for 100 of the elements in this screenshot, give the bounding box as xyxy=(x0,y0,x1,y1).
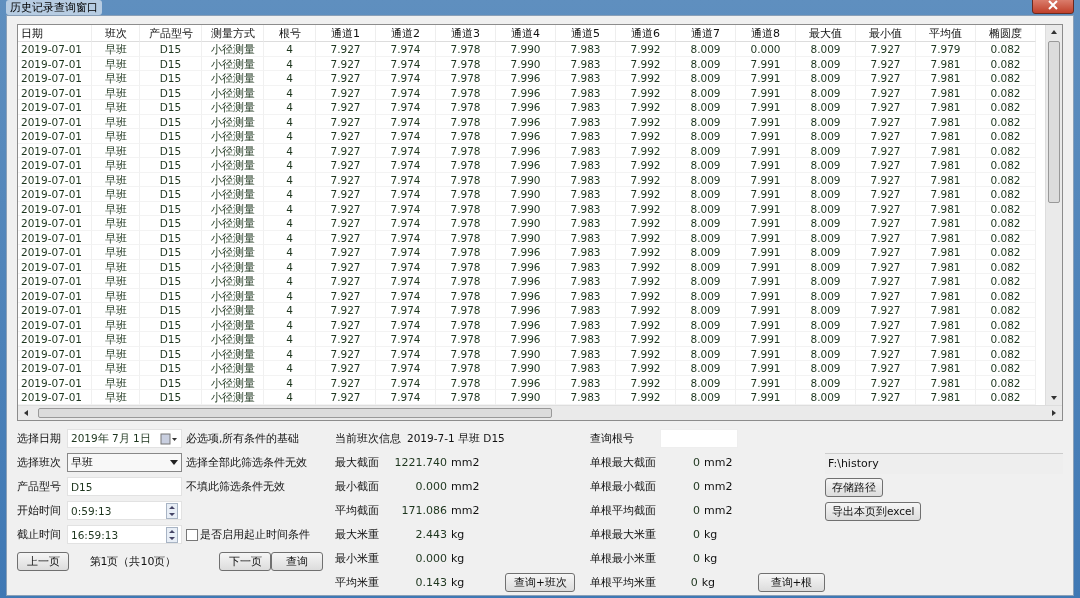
table-cell: 7.978 xyxy=(436,187,496,202)
next-page-button[interactable]: 下一页 xyxy=(219,552,271,571)
column-header[interactable]: 通道6 xyxy=(616,25,676,42)
table-cell: 8.009 xyxy=(796,201,856,216)
column-header[interactable]: 平均值 xyxy=(916,25,976,42)
table-cell: 0.082 xyxy=(976,201,1036,216)
table-cell: 8.009 xyxy=(676,274,736,289)
stat-value: 0 xyxy=(692,456,700,469)
table-cell: 7.974 xyxy=(376,375,436,390)
table-cell: 7.983 xyxy=(556,114,616,129)
table-cell: 8.009 xyxy=(676,187,736,202)
table-cell: 8.009 xyxy=(796,85,856,100)
table-cell: 7.978 xyxy=(436,375,496,390)
export-excel-button[interactable]: 导出本页到excel xyxy=(825,502,922,521)
product-model-field[interactable]: D15 xyxy=(67,477,182,496)
column-header[interactable]: 日期 xyxy=(18,25,92,42)
table-cell: 7.927 xyxy=(316,259,376,274)
column-header[interactable]: 最大值 xyxy=(796,25,856,42)
table-cell: 7.996 xyxy=(496,71,556,86)
table-cell: 0.082 xyxy=(976,361,1036,376)
table-cell: 7.983 xyxy=(556,390,616,405)
table-cell: 7.974 xyxy=(376,303,436,318)
spinner-icon xyxy=(166,526,178,543)
stat-value: 0 xyxy=(692,480,700,493)
column-header[interactable]: 最小值 xyxy=(856,25,916,42)
table-cell: 8.009 xyxy=(796,216,856,231)
table-cell: 7.991 xyxy=(736,129,796,144)
table-cell: 7.927 xyxy=(316,56,376,71)
table-cell: 7.992 xyxy=(616,56,676,71)
table-cell: 7.992 xyxy=(616,201,676,216)
table-cell: 7.983 xyxy=(556,158,616,173)
table-cell: 4 xyxy=(264,259,316,274)
column-header[interactable]: 通道4 xyxy=(496,25,556,42)
end-time-field[interactable]: 16:59:13 xyxy=(67,525,182,544)
spinner-icon xyxy=(166,502,178,519)
column-header[interactable]: 产品型号 xyxy=(140,25,202,42)
table-cell: 4 xyxy=(264,187,316,202)
table-cell: 7.927 xyxy=(856,346,916,361)
table-cell: 7.996 xyxy=(496,143,556,158)
table-cell: 小径测量 xyxy=(202,216,264,231)
table-cell: 4 xyxy=(264,317,316,332)
close-button[interactable] xyxy=(1032,0,1074,14)
table-cell: 小径测量 xyxy=(202,85,264,100)
table-cell: 早班 xyxy=(92,317,140,332)
time-condition-checkbox[interactable]: 是否启用起止时间条件 xyxy=(186,527,310,542)
table-cell: 7.927 xyxy=(316,274,376,289)
column-header[interactable]: 通道7 xyxy=(676,25,736,42)
vertical-scrollbar[interactable] xyxy=(1045,25,1062,405)
column-header[interactable]: 通道2 xyxy=(376,25,436,42)
table-cell: 7.983 xyxy=(556,361,616,376)
column-header[interactable]: 测量方式 xyxy=(202,25,264,42)
stat-value: 0 xyxy=(692,504,700,517)
table-cell: 4 xyxy=(264,361,316,376)
column-header[interactable]: 通道5 xyxy=(556,25,616,42)
table-cell: 7.927 xyxy=(856,288,916,303)
table-cell: 8.009 xyxy=(676,158,736,173)
table-cell: 7.991 xyxy=(736,143,796,158)
table-cell: 2019-07-01 xyxy=(18,143,92,158)
table-cell: 2019-07-01 xyxy=(18,303,92,318)
column-header[interactable]: 通道3 xyxy=(436,25,496,42)
column-header[interactable]: 椭圆度 xyxy=(976,25,1036,42)
table-cell: 7.974 xyxy=(376,56,436,71)
table-cell: 4 xyxy=(264,71,316,86)
table-cell: 7.927 xyxy=(316,71,376,86)
table-cell: 7.978 xyxy=(436,201,496,216)
table-cell: 早班 xyxy=(92,346,140,361)
start-time-field[interactable]: 0:59:13 xyxy=(67,501,182,520)
column-header[interactable]: 通道1 xyxy=(316,25,376,42)
table-cell: 7.990 xyxy=(496,361,556,376)
table-cell: 8.009 xyxy=(676,42,736,57)
table-cell: 小径测量 xyxy=(202,332,264,347)
table-cell: D15 xyxy=(140,317,202,332)
date-picker[interactable]: 2019年 7月 1日 xyxy=(67,429,182,448)
table-cell: D15 xyxy=(140,201,202,216)
table-cell: 7.927 xyxy=(316,346,376,361)
table-cell: 7.927 xyxy=(856,187,916,202)
table-cell: 8.009 xyxy=(676,143,736,158)
root-query-button[interactable]: 查询+根 xyxy=(758,573,825,592)
previous-page-button[interactable]: 上一页 xyxy=(17,552,69,571)
table-cell: 7.974 xyxy=(376,85,436,100)
table-cell: 7.974 xyxy=(376,332,436,347)
table-cell: 7.983 xyxy=(556,274,616,289)
table-cell: 7.978 xyxy=(436,361,496,376)
stat-value: 2.443 xyxy=(414,528,447,541)
table-cell: 早班 xyxy=(92,332,140,347)
column-header[interactable]: 班次 xyxy=(92,25,140,42)
table-cell: 8.009 xyxy=(676,259,736,274)
column-header[interactable]: 通道8 xyxy=(736,25,796,42)
query-button[interactable]: 查询 xyxy=(271,552,323,571)
column-header[interactable]: 根号 xyxy=(264,25,316,42)
table-cell: 7.991 xyxy=(736,230,796,245)
table-cell: 8.009 xyxy=(796,100,856,115)
table-cell: 8.009 xyxy=(796,172,856,187)
table-cell: 小径测量 xyxy=(202,390,264,405)
shift-query-button[interactable]: 查询+班次 xyxy=(505,573,575,592)
table-cell: 2019-07-01 xyxy=(18,332,92,347)
storage-path-button[interactable]: 存储路径 xyxy=(825,478,883,497)
table-cell: 7.983 xyxy=(556,42,616,57)
table-cell: 4 xyxy=(264,56,316,71)
shift-dropdown[interactable]: 早班 xyxy=(67,453,182,472)
